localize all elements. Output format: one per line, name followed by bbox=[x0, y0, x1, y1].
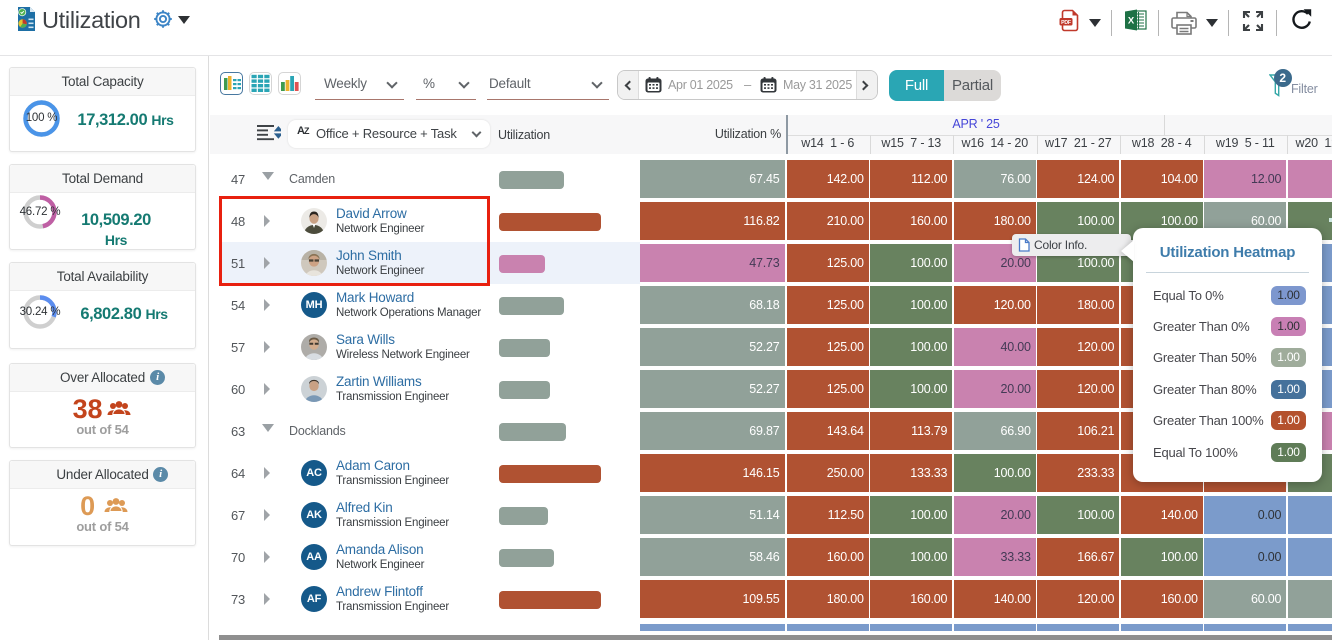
svg-text:PDF: PDF bbox=[1061, 20, 1071, 26]
svg-text:X: X bbox=[1128, 16, 1135, 27]
